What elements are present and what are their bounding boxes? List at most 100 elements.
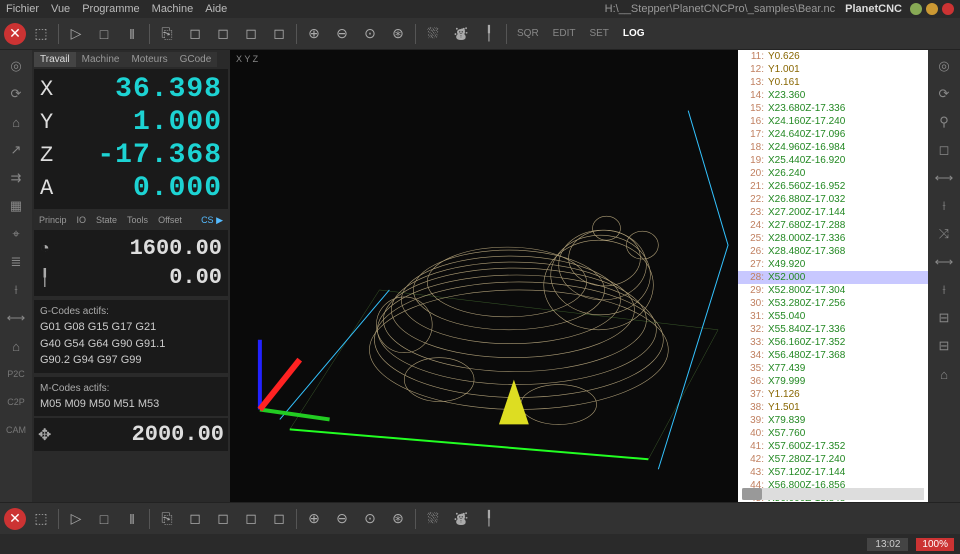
zoom-out-button[interactable]: ⊖ (329, 21, 355, 47)
gcode-line[interactable]: 31:X55.040 (738, 310, 928, 323)
menu-aide[interactable]: Aide (205, 3, 227, 15)
zoom-in-button[interactable]: ⊕ (301, 21, 327, 47)
target-icon[interactable]: ◎ (4, 54, 28, 78)
arrows-icon[interactable]: ⇉ (4, 166, 28, 190)
shuffle-icon[interactable]: ⤨ (932, 222, 956, 246)
gcode-line[interactable]: 29:X52.800Z-17.304 (738, 284, 928, 297)
win22-button[interactable]: ◻ (210, 506, 236, 532)
gcode-line[interactable]: 39:X79.839 (738, 414, 928, 427)
window4-button[interactable]: ◻ (266, 21, 292, 47)
gcode-line[interactable]: 24:X27.680Z-17.288 (738, 219, 928, 232)
panel-tab-offset[interactable]: Offset (153, 213, 187, 228)
close-icon[interactable] (942, 3, 954, 15)
tool-button[interactable]: ╿ (476, 21, 502, 47)
drawer2-icon[interactable]: ⊟ (932, 334, 956, 358)
mist2-button[interactable]: ⛇ (448, 506, 474, 532)
arrow-icon[interactable]: ↗ (4, 138, 28, 162)
stop-button[interactable]: □ (91, 21, 117, 47)
win23-button[interactable]: ◻ (238, 506, 264, 532)
panel-tab-princip[interactable]: Princip (34, 213, 72, 228)
gcode-scrollbar[interactable] (742, 488, 924, 500)
sqr-button[interactable]: SQR (511, 21, 545, 47)
gcode-line[interactable]: 16:X24.160Z-17.240 (738, 115, 928, 128)
gcode-line[interactable]: 37:Y1.126 (738, 388, 928, 401)
copy-button[interactable]: ⎘ (154, 21, 180, 47)
estop-button[interactable]: ✕ (4, 23, 26, 45)
rotate-icon[interactable]: ⟳ (4, 82, 28, 106)
panel-tab-state[interactable]: State (91, 213, 122, 228)
clamp-icon[interactable]: ⟊ (932, 278, 956, 302)
zoomin2-button[interactable]: ⊕ (301, 506, 327, 532)
gcode-line[interactable]: 18:X24.960Z-16.984 (738, 141, 928, 154)
gcode-line[interactable]: 12:Y1.001 (738, 63, 928, 76)
gcode-line[interactable]: 28:X52.000 (738, 271, 928, 284)
open2-button[interactable]: ⬚ (28, 506, 54, 532)
coord-tab-gcode[interactable]: GCode (174, 52, 218, 67)
zoom-fit-button[interactable]: ⊙ (357, 21, 383, 47)
gcode-line[interactable]: 11:Y0.626 (738, 50, 928, 63)
win21-button[interactable]: ◻ (182, 506, 208, 532)
3d-viewport[interactable]: X Y Z (230, 50, 738, 502)
gcode-line[interactable]: 22:X26.880Z-17.032 (738, 193, 928, 206)
layers-icon[interactable]: ≣ (4, 250, 28, 274)
height2-icon[interactable]: ⟷ (932, 166, 956, 190)
window2-button[interactable]: ◻ (210, 21, 236, 47)
menu-vue[interactable]: Vue (51, 3, 70, 15)
gcode-line[interactable]: 14:X23.360 (738, 89, 928, 102)
win24-button[interactable]: ◻ (266, 506, 292, 532)
home-icon[interactable]: ⌂ (4, 110, 28, 134)
gcode-line[interactable]: 32:X55.840Z-17.336 (738, 323, 928, 336)
pin-icon[interactable]: ⚲ (932, 110, 956, 134)
menu-programme[interactable]: Programme (82, 3, 139, 15)
coord-tab-travail[interactable]: Travail (34, 52, 76, 67)
measure-icon[interactable]: ⟷ (932, 250, 956, 274)
c2p-button[interactable]: C2P (4, 390, 28, 414)
cam-button[interactable]: CAM (4, 418, 28, 442)
menu-machine[interactable]: Machine (152, 3, 194, 15)
gcode-line[interactable]: 36:X79.999 (738, 375, 928, 388)
panel-cs-button[interactable]: CS ▶ (196, 213, 228, 228)
open-button[interactable]: ⬚ (28, 21, 54, 47)
pause-button[interactable]: ‖ (119, 21, 145, 47)
tool2-button[interactable]: ╿ (476, 506, 502, 532)
gcode-line[interactable]: 30:X53.280Z-17.256 (738, 297, 928, 310)
spray-button[interactable]: ⛆ (420, 21, 446, 47)
house2-icon[interactable]: ⌂ (932, 362, 956, 386)
zoomreset2-button[interactable]: ⊛ (385, 506, 411, 532)
target2-icon[interactable]: ◎ (932, 54, 956, 78)
copy2-button[interactable]: ⎘ (154, 506, 180, 532)
zoomfit2-button[interactable]: ⊙ (357, 506, 383, 532)
house-icon[interactable]: ⌂ (4, 334, 28, 358)
gcode-line[interactable]: 41:X57.600Z-17.352 (738, 440, 928, 453)
play-button[interactable]: ▷ (63, 21, 89, 47)
stop2-button[interactable]: □ (91, 506, 117, 532)
coord-tab-moteurs[interactable]: Moteurs (125, 52, 173, 67)
gcode-line[interactable]: 15:X23.680Z-17.336 (738, 102, 928, 115)
pause2-button[interactable]: ‖ (119, 506, 145, 532)
gcode-line[interactable]: 21:X26.560Z-16.952 (738, 180, 928, 193)
gcode-line[interactable]: 26:X28.480Z-17.368 (738, 245, 928, 258)
gcode-line[interactable]: 33:X56.160Z-17.352 (738, 336, 928, 349)
gcode-line[interactable]: 35:X77.439 (738, 362, 928, 375)
panel-tab-tools[interactable]: Tools (122, 213, 153, 228)
box-icon[interactable]: ◻ (932, 138, 956, 162)
drawer-icon[interactable]: ⊟ (932, 306, 956, 330)
gcode-line[interactable]: 19:X25.440Z-16.920 (738, 154, 928, 167)
gcode-line[interactable]: 42:X57.280Z-17.240 (738, 453, 928, 466)
gcode-line[interactable]: 23:X27.200Z-17.144 (738, 206, 928, 219)
gcode-line[interactable]: 27:X49.920 (738, 258, 928, 271)
log-button[interactable]: LOG (617, 21, 651, 47)
probe-icon[interactable]: ⟊ (932, 194, 956, 218)
gcode-line[interactable]: 34:X56.480Z-17.368 (738, 349, 928, 362)
gcode-line[interactable]: 13:Y0.161 (738, 76, 928, 89)
play2-button[interactable]: ▷ (63, 506, 89, 532)
edit-button[interactable]: EDIT (547, 21, 582, 47)
gcode-line[interactable]: 40:X57.760 (738, 427, 928, 440)
coord-tab-machine[interactable]: Machine (76, 52, 126, 67)
menu-fichier[interactable]: Fichier (6, 3, 39, 15)
height-icon[interactable]: ⟷ (4, 306, 28, 330)
gcode-line[interactable]: 43:X57.120Z-17.144 (738, 466, 928, 479)
p2c-button[interactable]: P2C (4, 362, 28, 386)
gcode-line[interactable]: 20:X26.240 (738, 167, 928, 180)
mist-button[interactable]: ⛇ (448, 21, 474, 47)
